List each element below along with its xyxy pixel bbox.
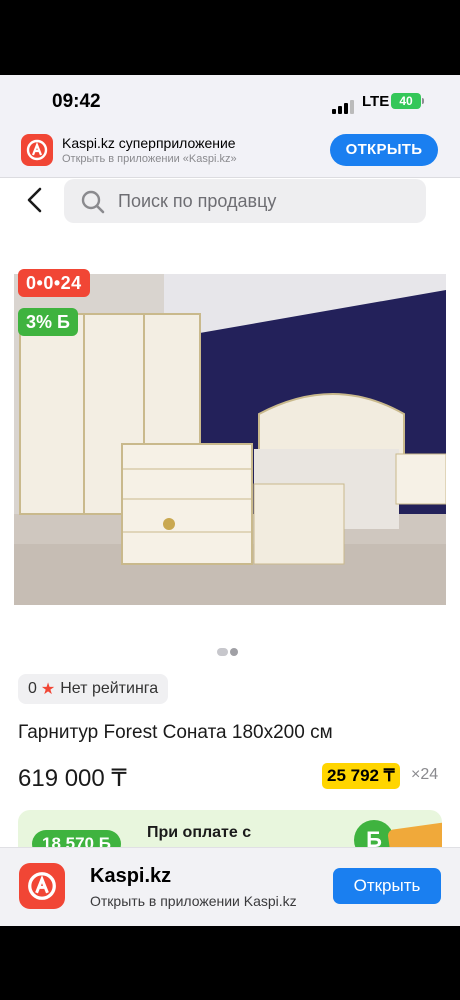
rating-text: Нет рейтинга [60, 680, 159, 697]
star-icon: ★ [40, 681, 56, 698]
bottom-banner-subtitle: Открыть в приложении Kaspi.kz [90, 893, 297, 909]
rating-chip[interactable]: 0 ★ Нет рейтинга [18, 674, 169, 704]
search-placeholder: Поиск по продавцу [118, 191, 277, 211]
product-price: 619 000 ₸ [18, 765, 127, 792]
seller-search-field[interactable]: Поиск по продавцу [64, 179, 426, 223]
open-app-button[interactable]: ОТКРЫТЬ [330, 134, 438, 166]
bottom-banner-title: Kaspi.kz [90, 865, 172, 887]
chevron-left-icon [27, 187, 42, 213]
app-banner-subtitle: Открыть в приложении «Kaspi.kz» [62, 153, 237, 165]
smart-app-banner[interactable]: Kaspi.kz суперприложение Открыть в прило… [0, 127, 460, 178]
bonus-badge: 3% Б [18, 308, 78, 336]
promo-text: При оплате с [147, 824, 252, 841]
kaspi-logo-icon [21, 134, 53, 166]
search-icon [81, 190, 105, 214]
pager-dot[interactable] [230, 648, 238, 656]
rating-count: 0 [28, 680, 37, 697]
phone-screen: 09:42 LTE 40 Kaspi.kz суперприложение От… [0, 75, 460, 926]
status-bar: 09:42 LTE 40 [0, 75, 460, 127]
installment-badge: 0•0•24 [18, 269, 90, 297]
image-pager[interactable] [217, 643, 240, 661]
pager-dot[interactable] [217, 648, 228, 656]
bottom-app-banner[interactable]: Kaspi.kz Открыть в приложении Kaspi.kz О… [0, 847, 460, 926]
battery-tip [422, 98, 424, 104]
battery-icon: 40 [391, 93, 421, 109]
kaspi-logo-icon [19, 863, 65, 909]
app-banner-title: Kaspi.kz суперприложение [62, 135, 236, 151]
product-title: Гарнитур Forest Соната 180х200 см [18, 722, 333, 743]
clock: 09:42 [52, 91, 101, 112]
open-button[interactable]: Открыть [333, 868, 441, 904]
network-type: LTE [362, 93, 390, 110]
product-image[interactable] [14, 274, 446, 605]
signal-icon [332, 96, 356, 114]
back-button[interactable] [20, 185, 50, 215]
installment-months: ×24 [411, 766, 439, 783]
monthly-payment-badge: 25 792 ₸ [322, 763, 400, 789]
